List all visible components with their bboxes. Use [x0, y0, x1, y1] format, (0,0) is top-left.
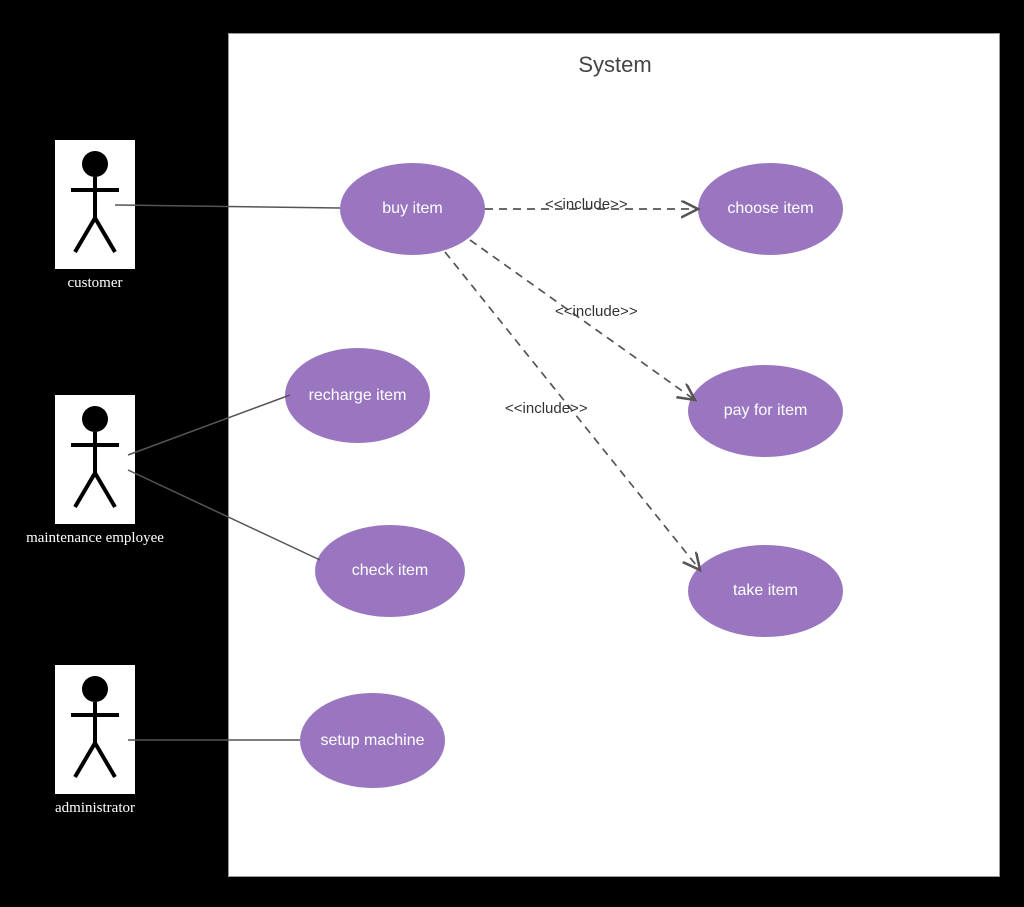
diagram-canvas: System customer maintenance employee	[0, 0, 1024, 907]
usecase-buy-item: buy item	[340, 163, 485, 255]
usecase-pay-for-item: pay for item	[688, 365, 843, 457]
usecase-recharge-item: recharge item	[285, 348, 430, 443]
actor-customer: customer	[35, 140, 155, 292]
actor-administrator-icon	[55, 665, 135, 794]
actor-customer-label: customer	[35, 275, 155, 292]
usecase-check-item: check item	[315, 525, 465, 617]
actor-maintenance-label: maintenance employee	[25, 530, 165, 547]
include-label-2: <<include>>	[555, 303, 638, 320]
usecase-setup-machine: setup machine	[300, 693, 445, 788]
actor-administrator: administrator	[30, 665, 160, 817]
system-title: System	[500, 52, 730, 78]
actor-maintenance-icon	[55, 395, 135, 524]
actor-administrator-label: administrator	[30, 800, 160, 817]
include-label-3: <<include>>	[505, 400, 588, 417]
usecase-take-item: take item	[688, 545, 843, 637]
usecase-choose-item: choose item	[698, 163, 843, 255]
include-label-1: <<include>>	[545, 196, 628, 213]
actor-maintenance: maintenance employee	[25, 395, 165, 547]
actor-customer-icon	[55, 140, 135, 269]
